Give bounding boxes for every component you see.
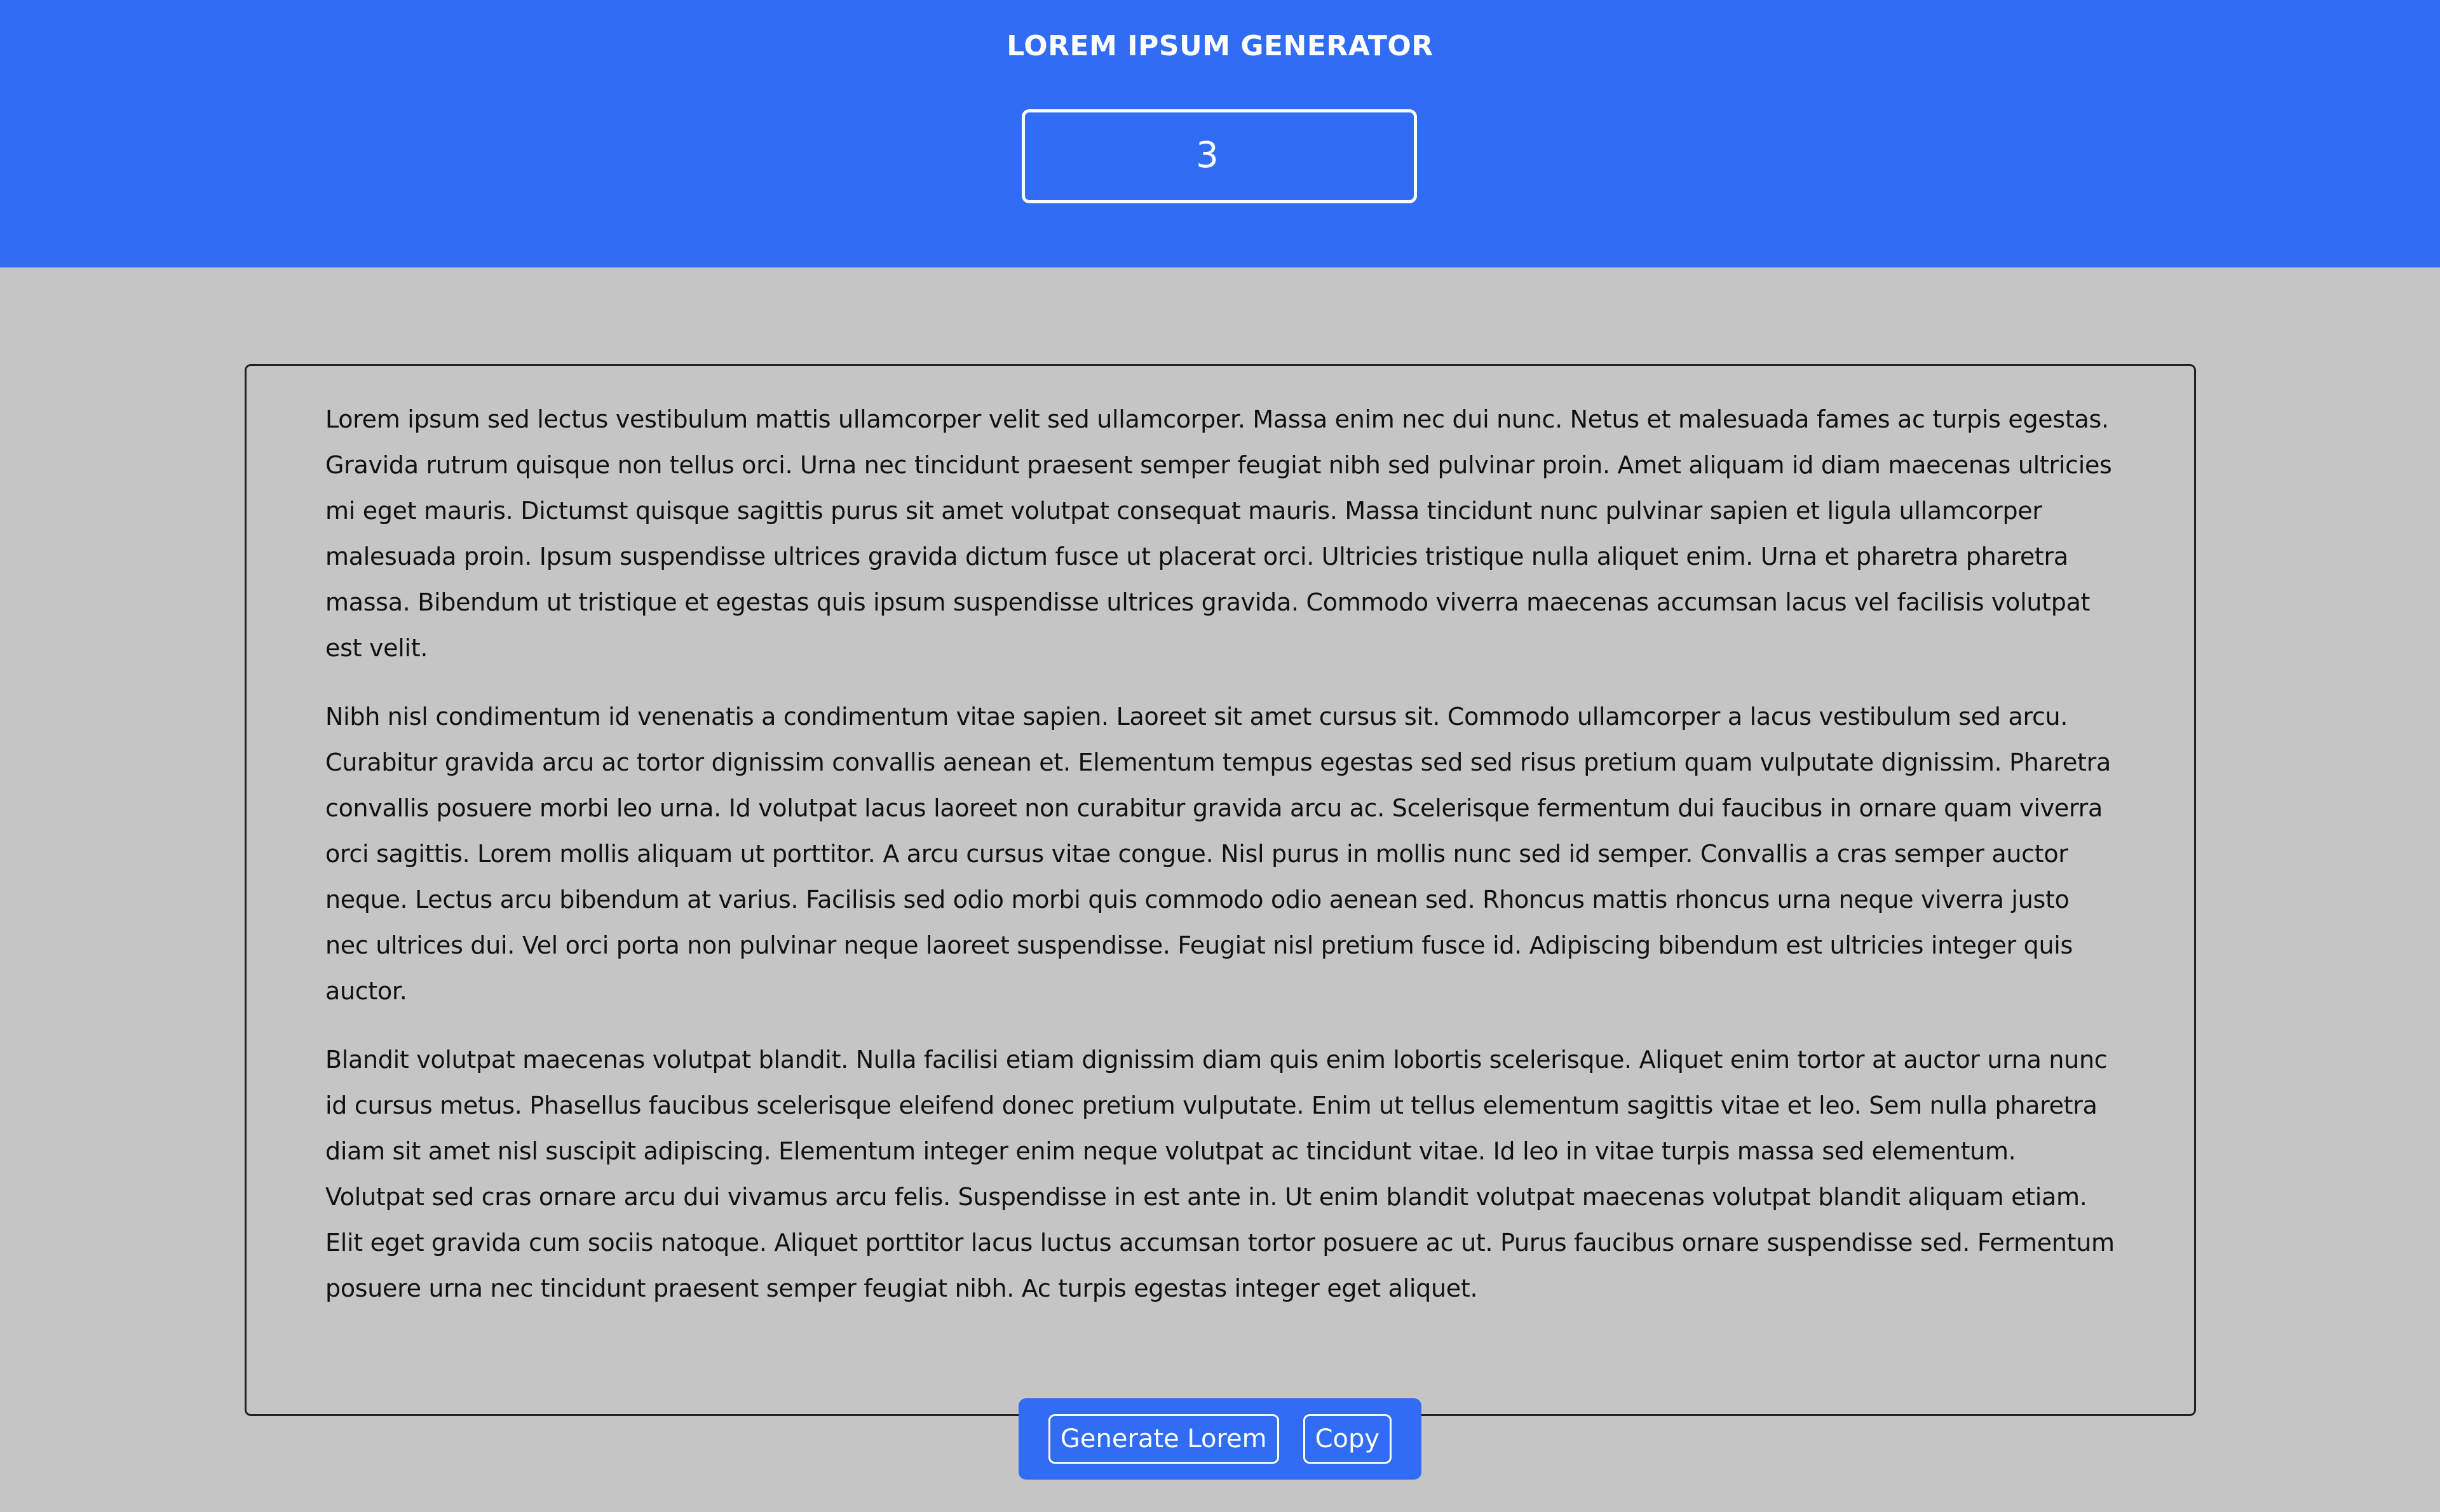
- lorem-paragraph: Blandit volutpat maecenas volutpat bland…: [325, 1046, 2115, 1302]
- lorem-paragraph: Lorem ipsum sed lectus vestibulum mattis…: [325, 405, 2112, 662]
- copy-button[interactable]: Copy: [1303, 1414, 1392, 1464]
- lorem-paragraph: Nibh nisl condimentum id venenatis a con…: [325, 703, 2111, 1005]
- generate-lorem-button[interactable]: Generate Lorem: [1048, 1414, 1279, 1464]
- header: LOREM IPSUM GENERATOR: [0, 0, 2440, 267]
- action-bar: Generate Lorem Copy: [1019, 1398, 1421, 1480]
- app-title: LOREM IPSUM GENERATOR: [1006, 30, 1434, 62]
- lorem-output-box: Lorem ipsum sed lectus vestibulum mattis…: [245, 364, 2196, 1416]
- paragraph-count-input[interactable]: [1022, 109, 1417, 203]
